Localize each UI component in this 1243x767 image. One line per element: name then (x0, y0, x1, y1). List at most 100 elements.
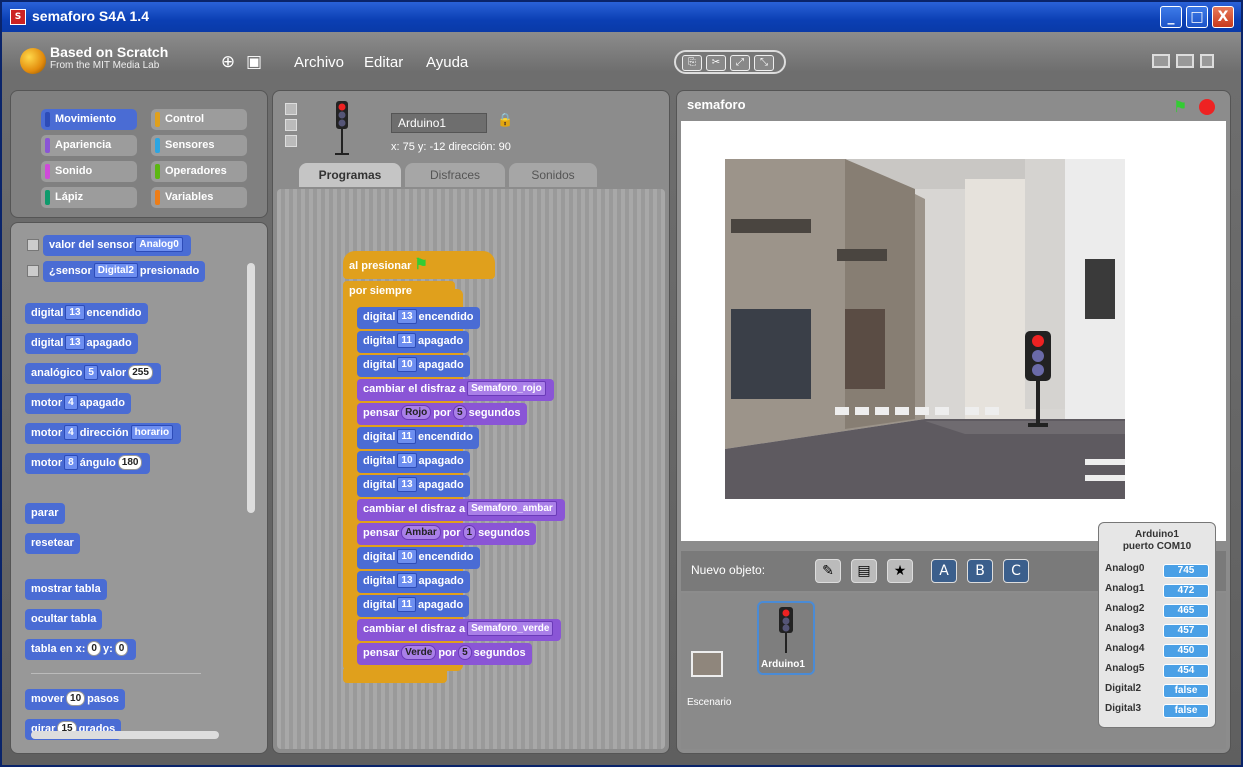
palette-block-stop[interactable]: parar (25, 503, 65, 524)
category-operadores[interactable]: Operadores (151, 161, 247, 182)
arduino-connect-icon[interactable]: C (1003, 559, 1029, 583)
palette-block-reset[interactable]: resetear (25, 533, 80, 554)
block-number-input[interactable]: 10 (66, 691, 86, 706)
block-number-input[interactable]: 0 (114, 641, 129, 656)
category-sensores[interactable]: Sensores (151, 135, 247, 156)
menu-ayuda[interactable]: Ayuda (426, 54, 468, 71)
block-dropdown[interactable]: Semaforo_verde (467, 621, 554, 636)
block-dropdown[interactable]: 10 (397, 453, 417, 468)
block-dropdown[interactable]: 5 (84, 365, 98, 380)
tab-disfraces[interactable]: Disfraces (405, 163, 505, 187)
stop-button[interactable] (1199, 99, 1215, 115)
palette-vertical-scrollbar[interactable] (247, 263, 255, 513)
script-block[interactable]: digital 13 apagado (357, 475, 470, 497)
block-dropdown[interactable]: 11 (397, 429, 416, 444)
palette-block-motor-angle[interactable]: motor 8 ángulo 180 (25, 453, 151, 474)
script-block[interactable]: digital 11 apagado (357, 331, 470, 353)
palette-block-show-table[interactable]: mostrar tabla (25, 579, 107, 600)
presentation-mode-icon[interactable] (1200, 54, 1214, 68)
category-control[interactable]: Control (151, 109, 247, 130)
block-number-input[interactable]: 5 (453, 405, 467, 420)
sprite-thumbnail-arduino1[interactable]: Arduino1 (757, 601, 815, 675)
delete-tool-icon[interactable]: ✂ (706, 55, 726, 71)
sprite-name-field[interactable]: Arduino1 (391, 113, 487, 133)
script-block[interactable]: pensar Ambar por 1 segundos (357, 523, 537, 545)
forever-block[interactable]: por siempre (343, 281, 455, 303)
script-block[interactable]: digital 10 apagado (357, 355, 470, 377)
category-sonido[interactable]: Sonido (41, 161, 137, 182)
lock-icon[interactable]: 🔒 (497, 113, 513, 128)
palette-block-motor-off[interactable]: motor 4 apagado (25, 393, 131, 414)
block-dropdown[interactable]: 13 (65, 305, 85, 320)
category-variables[interactable]: Variables (151, 187, 247, 208)
green-flag-button[interactable]: ⚑ (1173, 97, 1187, 116)
normal-stage-layout-icon[interactable] (1176, 54, 1194, 68)
block-text-input[interactable]: Rojo (401, 405, 432, 420)
palette-block-motor-direction[interactable]: motor 4 dirección horario (25, 423, 182, 444)
script-block[interactable]: digital 10 encendido (357, 547, 480, 569)
script-block[interactable]: cambiar el disfraz a Semaforo_verde (357, 619, 562, 641)
language-globe-icon[interactable]: ⊕ (218, 52, 238, 72)
stage-canvas[interactable] (681, 121, 1226, 541)
block-dropdown[interactable]: 4 (64, 395, 78, 410)
block-dropdown[interactable]: 13 (397, 573, 417, 588)
palette-block-table-position[interactable]: tabla en x: 0 y: 0 (25, 639, 137, 660)
block-dropdown[interactable]: 10 (397, 357, 417, 372)
palette-block-sensor-pressed[interactable]: ¿sensor Digital2 presionado (43, 261, 206, 282)
menu-archivo[interactable]: Archivo (294, 54, 344, 71)
sensor-value-checkbox[interactable] (27, 239, 39, 251)
sensor-board-panel[interactable]: Arduino1 puerto COM10 Analog0 745 Analog1 4… (1098, 522, 1216, 728)
maximize-button[interactable]: □ (1186, 6, 1208, 28)
block-dropdown[interactable]: Semaforo_rojo (467, 381, 546, 396)
paint-new-sprite-icon[interactable]: ✎ (815, 559, 841, 583)
palette-block-sensor-value[interactable]: valor del sensor Analog0 (43, 235, 191, 256)
block-dropdown[interactable]: 4 (64, 425, 78, 440)
block-dropdown[interactable]: 13 (65, 335, 85, 350)
block-dropdown[interactable]: 13 (397, 309, 417, 324)
save-disk-icon[interactable]: ▣ (244, 52, 264, 72)
category-apariencia[interactable]: Apariencia (41, 135, 137, 156)
block-dropdown[interactable]: 11 (397, 333, 416, 348)
block-text-input[interactable]: Ambar (401, 525, 441, 540)
block-dropdown[interactable]: Semaforo_ambar (467, 501, 557, 516)
script-block[interactable]: digital 11 encendido (357, 427, 479, 449)
palette-block-analog[interactable]: analógico 5 valor 255 (25, 363, 161, 384)
shrink-tool-icon[interactable]: ⤡ (754, 55, 774, 71)
menu-editar[interactable]: Editar (364, 54, 403, 71)
script-block[interactable]: digital 13 encendido (357, 307, 480, 329)
rotate-mode-icon[interactable] (285, 103, 297, 115)
block-number-input[interactable]: 255 (128, 365, 153, 380)
palette-block-digital-on[interactable]: digital 13 encendido (25, 303, 148, 324)
script-block[interactable]: digital 10 apagado (357, 451, 470, 473)
sensor-pressed-checkbox[interactable] (27, 265, 39, 277)
duplicate-tool-icon[interactable]: ⎘ (682, 55, 702, 71)
block-text-input[interactable]: Verde (401, 645, 437, 660)
minimize-button[interactable]: _ (1160, 6, 1182, 28)
forever-block-end[interactable] (343, 667, 447, 683)
tab-sonidos[interactable]: Sonidos (509, 163, 597, 187)
close-button[interactable]: X (1212, 6, 1234, 28)
block-number-input[interactable]: 0 (87, 641, 101, 656)
category-lapiz[interactable]: Lápiz (41, 187, 137, 208)
stage-thumbnail[interactable] (691, 651, 723, 677)
block-dropdown[interactable]: Analog0 (135, 237, 183, 252)
script-block[interactable]: pensar Rojo por 5 segundos (357, 403, 527, 425)
palette-block-hide-table[interactable]: ocultar tabla (25, 609, 103, 630)
hat-block-green-flag[interactable]: al presionar ⚑ (343, 251, 495, 279)
flip-mode-icon[interactable] (285, 119, 297, 131)
palette-block-move[interactable]: mover 10 pasos (25, 689, 125, 710)
block-dropdown[interactable]: 8 (64, 455, 78, 470)
tab-programas[interactable]: Programas (299, 163, 401, 187)
small-stage-layout-icon[interactable] (1152, 54, 1170, 68)
block-dropdown[interactable]: 10 (397, 549, 417, 564)
block-dropdown[interactable]: Digital2 (93, 263, 138, 278)
block-number-input[interactable]: 1 (462, 525, 477, 540)
palette-horizontal-scrollbar[interactable] (31, 731, 219, 739)
block-number-input[interactable]: 180 (117, 455, 143, 470)
random-sprite-icon[interactable]: ★ (887, 559, 913, 583)
block-number-input[interactable]: 5 (458, 645, 472, 660)
block-dropdown[interactable]: 13 (397, 477, 417, 492)
script-block[interactable]: cambiar el disfraz a Semaforo_ambar (357, 499, 565, 521)
script-block[interactable]: pensar Verde por 5 segundos (357, 643, 532, 665)
arduino-board-icon[interactable]: B (967, 559, 993, 583)
